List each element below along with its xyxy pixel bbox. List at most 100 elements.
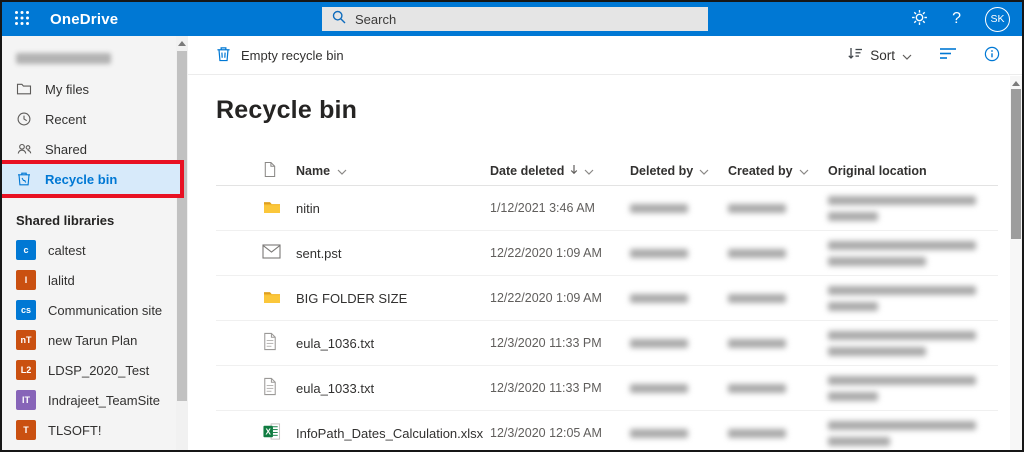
chevron-down-icon <box>584 164 594 178</box>
info-button[interactable] <box>984 46 1000 65</box>
table-header: Name Date deleted Deleted by Created by <box>216 156 998 186</box>
nav-item-label: Shared <box>45 142 87 157</box>
recycle-bin-icon <box>16 171 33 188</box>
nav-item-label: Recent <box>45 112 86 127</box>
sidebar-library-indrajeet-teamsite[interactable]: IT Indrajeet_TeamSite <box>2 385 188 415</box>
svg-text:X: X <box>266 428 272 437</box>
sort-icon <box>847 46 863 64</box>
file-name[interactable]: sent.pst <box>296 246 490 261</box>
date-deleted: 12/22/2020 1:09 AM <box>490 246 630 260</box>
delete-icon <box>216 46 231 65</box>
nav-item-label: Recycle bin <box>45 172 117 187</box>
shared-libraries-heading: Shared libraries <box>16 213 188 228</box>
scroll-up-arrow-icon[interactable] <box>1012 81 1020 86</box>
file-list: nitin 1/12/2021 3:46 AM sent.pst 12/22/2… <box>216 186 998 450</box>
date-deleted: 1/12/2021 3:46 AM <box>490 201 630 215</box>
file-row-big-folder-size[interactable]: BIG FOLDER SIZE 12/22/2020 1:09 AM <box>216 276 998 321</box>
empty-recycle-bin-label: Empty recycle bin <box>241 48 344 63</box>
file-name[interactable]: nitin <box>296 201 490 216</box>
sort-button[interactable]: Sort <box>847 46 912 64</box>
sidebar-library-new-tarun-plan[interactable]: nT new Tarun Plan <box>2 325 188 355</box>
folder-icon <box>262 287 282 310</box>
file-icon <box>262 161 277 181</box>
search-input[interactable] <box>355 12 708 27</box>
library-label: TLSOFT! <box>48 423 101 438</box>
column-header-original-location[interactable]: Original location <box>828 164 998 178</box>
main-scrollbar-thumb[interactable] <box>1011 89 1021 239</box>
list-view-icon <box>939 47 957 63</box>
date-deleted: 12/3/2020 12:05 AM <box>490 426 630 440</box>
help-button[interactable]: ? <box>952 10 961 28</box>
search-icon <box>332 10 346 29</box>
main-panel: Empty recycle bin <box>188 36 1022 450</box>
library-label: Communication site <box>48 303 162 318</box>
library-label: new Tarun Plan <box>48 333 137 348</box>
column-header-deleted-by[interactable]: Deleted by <box>630 164 728 178</box>
sidebar-item-shared[interactable]: Shared <box>2 134 180 164</box>
chevron-down-icon <box>337 164 347 178</box>
sidebar-item-recycle-bin[interactable]: Recycle bin <box>2 164 180 194</box>
file-row-sent-pst[interactable]: sent.pst 12/22/2020 1:09 AM <box>216 231 998 276</box>
created-by-redacted <box>728 384 828 393</box>
sidebar-library-caltest[interactable]: c caltest <box>2 235 188 265</box>
sidebar-item-my-files[interactable]: My files <box>2 74 180 104</box>
empty-recycle-bin-button[interactable]: Empty recycle bin <box>216 46 344 65</box>
file-name[interactable]: BIG FOLDER SIZE <box>296 291 490 306</box>
created-by-redacted <box>728 204 828 213</box>
deleted-by-redacted <box>630 429 728 438</box>
file-row-infopath-dates-calculation-xlsx[interactable]: X InfoPath_Dates_Calculation.xlsx 12/3/2… <box>216 411 998 450</box>
sidebar-library-new1[interactable]: N New1 <box>2 445 188 450</box>
sidebar-library-lalitd[interactable]: l lalitd <box>2 265 188 295</box>
file-row-eula-1036-txt[interactable]: eula_1036.txt 12/3/2020 11:33 PM <box>216 321 998 366</box>
original-location-redacted <box>828 376 998 401</box>
info-icon <box>984 46 1000 65</box>
main-scrollbar[interactable] <box>1010 76 1022 450</box>
sort-label: Sort <box>870 48 895 63</box>
sidebar-item-recent[interactable]: Recent <box>2 104 180 134</box>
file-name[interactable]: InfoPath_Dates_Calculation.xlsx <box>296 426 490 441</box>
scroll-up-arrow-icon[interactable] <box>178 41 186 46</box>
column-header-name[interactable]: Name <box>296 164 490 178</box>
user-name-redacted <box>16 53 111 64</box>
site-tile-icon: IT <box>16 390 36 410</box>
created-by-redacted <box>728 429 828 438</box>
clock-icon <box>16 111 33 128</box>
sidebar-scrollbar[interactable] <box>176 36 188 450</box>
avatar[interactable]: SK <box>985 7 1010 32</box>
excel-icon: X <box>262 422 282 444</box>
column-header-date-deleted[interactable]: Date deleted <box>490 164 630 178</box>
original-location-redacted <box>828 286 998 311</box>
app-launcher-button[interactable] <box>2 2 42 36</box>
help-icon: ? <box>952 10 961 28</box>
file-row-eula-1033-txt[interactable]: eula_1033.txt 12/3/2020 11:33 PM <box>216 366 998 411</box>
created-by-redacted <box>728 294 828 303</box>
date-deleted: 12/3/2020 11:33 PM <box>490 381 630 395</box>
app-title: OneDrive <box>50 11 118 28</box>
file-type-column-header[interactable] <box>262 161 296 181</box>
date-deleted: 12/3/2020 11:33 PM <box>490 336 630 350</box>
deleted-by-redacted <box>630 384 728 393</box>
view-options-button[interactable] <box>939 47 957 63</box>
shared-libraries-list: c caltest l lalitd cs Communication site… <box>2 235 188 450</box>
original-location-redacted <box>828 421 998 446</box>
mail-icon <box>262 244 281 262</box>
file-name[interactable]: eula_1033.txt <box>296 381 490 396</box>
search-box[interactable] <box>322 7 708 31</box>
sidebar: My files Recent Shared Recycle bin Share… <box>2 36 188 450</box>
settings-button[interactable] <box>911 9 928 29</box>
sidebar-library-communication-site[interactable]: cs Communication site <box>2 295 188 325</box>
sidebar-library-ldsp-2020-test[interactable]: L2 LDSP_2020_Test <box>2 355 188 385</box>
file-name[interactable]: eula_1036.txt <box>296 336 490 351</box>
text-file-icon <box>262 377 278 399</box>
command-bar-right: Sort <box>847 46 1000 65</box>
site-tile-icon: c <box>16 240 36 260</box>
command-bar: Empty recycle bin <box>188 36 1022 75</box>
sidebar-scrollbar-thumb[interactable] <box>177 51 187 401</box>
top-app-bar: OneDrive <box>2 2 1022 36</box>
column-header-created-by[interactable]: Created by <box>728 164 828 178</box>
sidebar-library-tlsoft[interactable]: T TLSOFT! <box>2 415 188 445</box>
date-deleted: 12/22/2020 1:09 AM <box>490 291 630 305</box>
text-file-icon <box>262 332 278 354</box>
file-row-nitin[interactable]: nitin 1/12/2021 3:46 AM <box>216 186 998 231</box>
chevron-down-icon <box>799 164 809 178</box>
